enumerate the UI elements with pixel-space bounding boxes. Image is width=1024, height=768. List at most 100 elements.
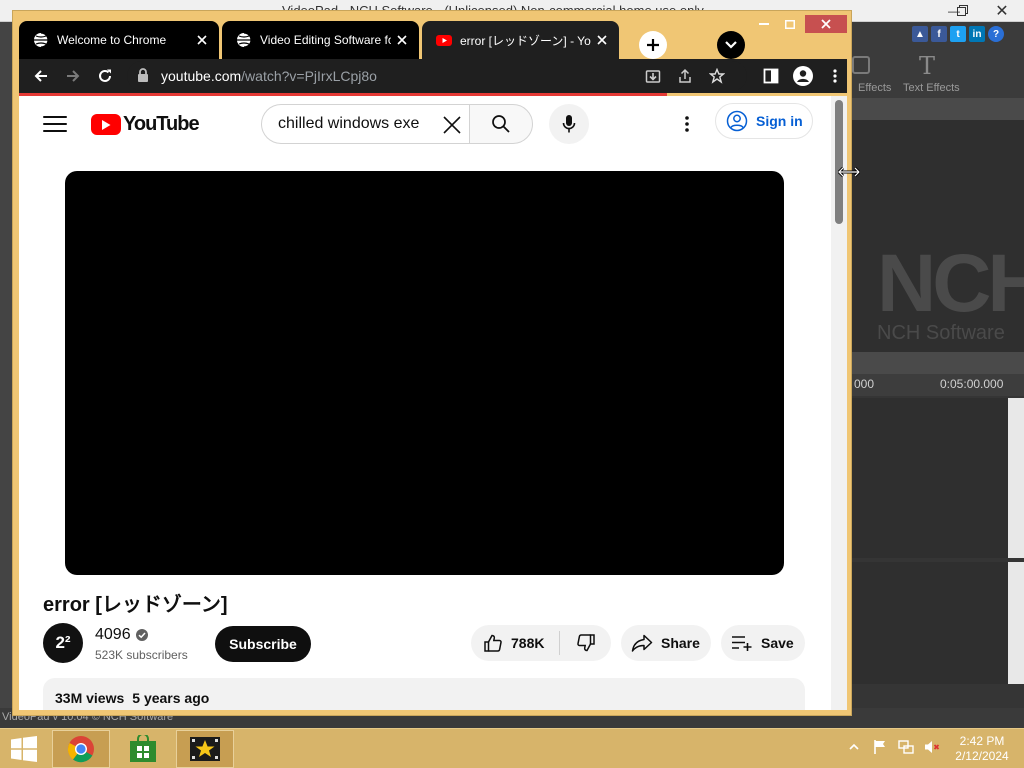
twitter-icon[interactable]: t [950,26,966,42]
more-vert-icon [685,116,689,132]
page-scroll-thumb[interactable] [835,100,843,224]
page-scrollbar[interactable] [831,96,847,710]
timeline-track-audio[interactable] [850,562,1008,684]
social-links: ▲ f t in ? [912,26,1004,42]
timeline-ruler[interactable]: 000 0:05:00.000 [850,374,1024,396]
chrome-window: Welcome to Chrome Video Editing Software… [12,10,852,716]
tab-close-icon[interactable] [191,29,213,51]
timeline-scrollbar[interactable] [1008,398,1024,558]
facebook-icon[interactable]: f [931,26,947,42]
clear-search-icon[interactable] [440,113,464,137]
tab-close-icon[interactable] [591,29,613,51]
url-text[interactable]: youtube.com/watch?v=PjIrxLCpj8o [161,68,377,84]
text-effects-icon[interactable]: T [919,52,935,80]
show-hidden-icons-chevron-icon[interactable] [846,739,862,755]
timeline-mark: 0:05:00.000 [940,377,1004,391]
chrome-globe-icon [34,32,49,48]
tab-video-editing[interactable]: Video Editing Software for [222,21,419,59]
chrome-maximize-button[interactable] [777,15,803,33]
system-tray [846,739,940,755]
effects-icon[interactable] [852,56,870,74]
chrome-minimize-button[interactable] [751,15,777,33]
profile-icon [793,66,813,86]
video-player[interactable] [65,171,784,575]
view-count: 33M views [55,690,125,706]
timeline-scrollbar[interactable] [1008,562,1024,684]
subscribe-button[interactable]: Subscribe [215,626,311,662]
tab-search-button[interactable] [717,31,745,59]
volume-muted-icon[interactable] [924,739,940,755]
youtube-icon [436,35,452,46]
chrome-close-button[interactable] [805,15,847,33]
taskbar-store[interactable] [114,730,172,768]
youtube-logo-text: YouTube [123,113,200,135]
help-icon[interactable]: ? [988,26,1004,42]
text-effects-button-label[interactable]: Text Effects [903,82,960,94]
resize-cursor-icon [838,166,860,178]
thumbs-up-icon [484,634,502,652]
tab-welcome[interactable]: Welcome to Chrome [19,21,219,59]
back-button[interactable] [29,64,53,88]
side-panel-icon [763,68,779,84]
dislike-button[interactable] [560,625,611,661]
windows-taskbar: 2:42 PM 2/12/2024 [0,728,1024,768]
sign-in-button[interactable]: Sign in [715,103,813,139]
linkedin-icon[interactable]: in [969,26,985,42]
settings-more-button[interactable] [675,110,699,138]
network-icon[interactable] [898,739,914,755]
microphone-icon [562,115,576,133]
windows-logo-icon [11,736,37,762]
reload-button[interactable] [93,64,117,88]
more-vert-icon [833,69,837,83]
search-input[interactable]: chilled windows exe [261,104,469,144]
new-tab-button[interactable] [639,31,667,59]
like-thumb-icon[interactable]: ▲ [912,26,928,42]
youtube-masthead: YouTube chilled windows exe Sign in [19,96,839,152]
menu-icon[interactable] [41,112,69,136]
reload-icon [99,69,111,82]
search-button[interactable] [469,104,533,144]
videopad-close-button[interactable]: ✕ [990,2,1014,20]
forward-button[interactable] [61,64,85,88]
description-box[interactable]: 33M views 5 years ago [43,678,805,710]
side-panel-button[interactable] [759,64,783,88]
install-app-button[interactable] [641,64,665,88]
nch-logo: NCH [877,238,1024,329]
account-circle-icon [726,110,748,132]
profile-button[interactable] [791,64,815,88]
chrome-icon [67,736,94,763]
url-path: /watch?v=PjIrxLCpj8o [241,68,377,84]
voice-search-button[interactable] [549,104,589,144]
channel-name[interactable]: 4096 [95,626,131,644]
arrow-left-icon [34,70,47,82]
youtube-logo[interactable]: YouTube [91,113,200,136]
timeline-track-video[interactable] [850,398,1008,558]
like-button[interactable]: 788K [471,625,559,661]
nch-logo-subtext: NCH Software [877,322,1005,344]
taskbar-chrome[interactable] [52,730,110,768]
channel-avatar[interactable]: 2² [43,623,83,663]
bookmark-button[interactable] [705,64,729,88]
lock-icon[interactable] [137,68,149,82]
plus-icon [647,39,659,51]
install-icon [645,70,661,83]
save-button[interactable]: Save [721,625,805,661]
search-input-value[interactable]: chilled windows exe [278,115,428,133]
clock-date: 2/12/2024 [955,749,1009,763]
effects-button-label[interactable]: Effects [858,82,891,94]
taskbar-clock[interactable]: 2:42 PM 2/12/2024 [950,734,1014,764]
address-bar[interactable]: youtube.com/watch?v=PjIrxLCpj8o [127,61,747,91]
like-dislike-group: 788K [471,625,611,661]
preview-header [850,98,1024,120]
tab-close-icon[interactable] [391,29,413,51]
taskbar-videopad[interactable] [176,730,234,768]
share-button[interactable]: Share [621,625,711,661]
share-page-button[interactable] [673,64,697,88]
tab-youtube-error[interactable]: error [レッドゾーン] - YouTube [422,21,619,59]
minimize-icon [759,22,769,25]
maximize-icon [785,19,795,29]
chrome-menu-button[interactable] [823,64,847,88]
start-button[interactable] [8,734,40,764]
action-center-flag-icon[interactable] [872,739,888,755]
videopad-restore-button[interactable] [950,2,974,19]
